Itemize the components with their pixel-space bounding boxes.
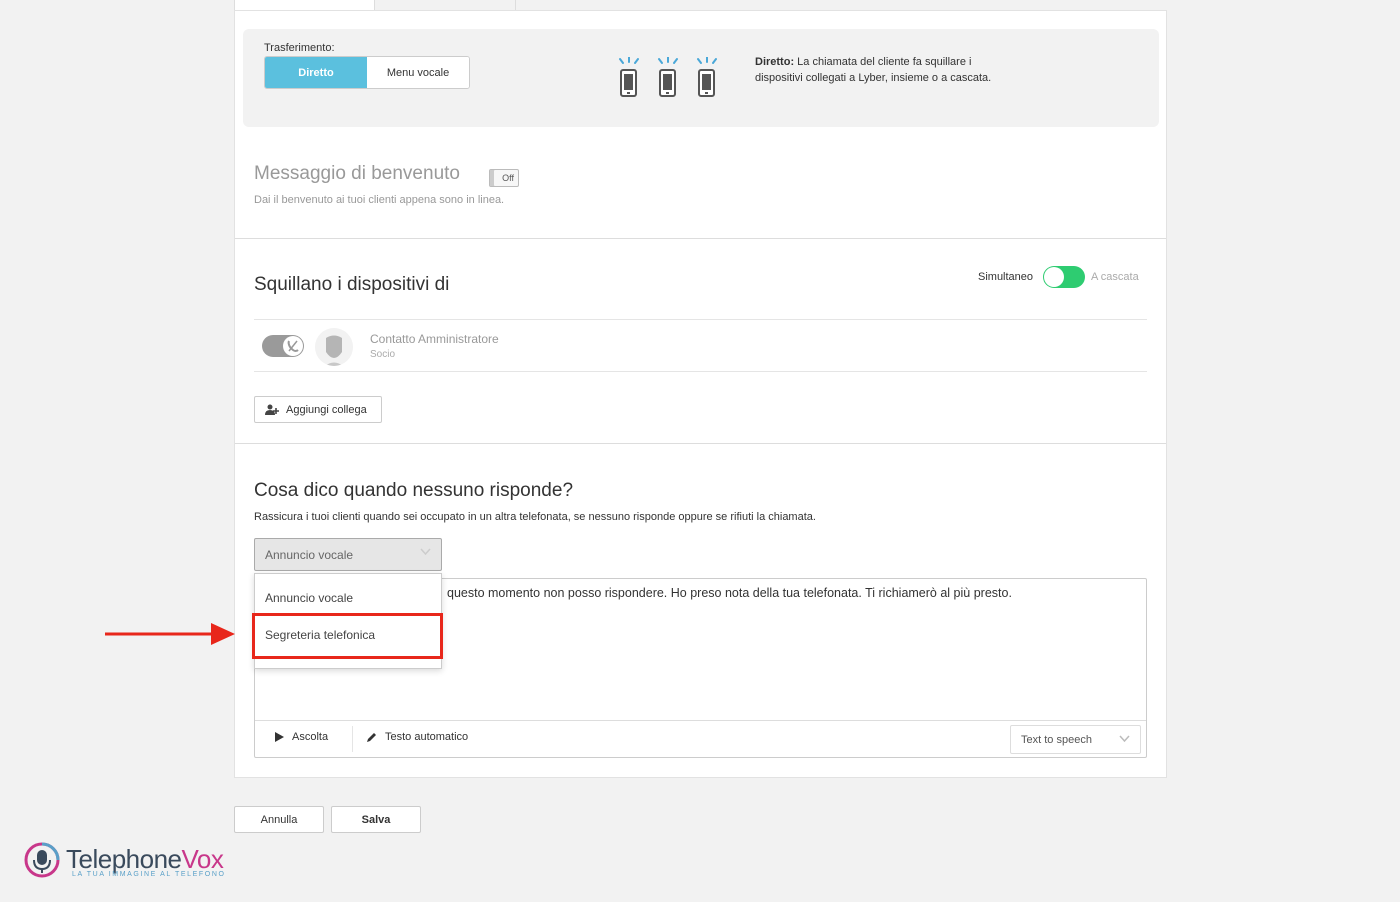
- dropdown-option-voice-announcement[interactable]: Annuncio vocale: [265, 591, 353, 605]
- no-answer-select-value: Annuncio vocale: [265, 547, 354, 562]
- auto-text-button[interactable]: Testo automatico: [366, 731, 468, 743]
- ringing-phone-icon: [656, 57, 680, 101]
- pencil-icon: [367, 732, 376, 742]
- muted-phone-icon: [283, 336, 303, 356]
- tts-select-value: Text to speech: [1021, 733, 1092, 746]
- message-toolbar: Ascolta Testo automatico Text to speech: [255, 720, 1146, 757]
- add-colleague-label: Aggiungi collega: [286, 403, 367, 416]
- section-divider: [235, 443, 1166, 444]
- telephonevox-logo: TelephoneVox LA TUA IMMAGINE AL TELEFONO: [24, 842, 224, 882]
- message-text: questo momento non posso rispondere. Ho …: [447, 586, 1012, 600]
- contact-name: Contatto Amministratore: [370, 332, 499, 346]
- no-answer-subtitle: Rassicura i tuoi clienti quando sei occu…: [254, 511, 816, 523]
- microphone-logo-icon: [24, 842, 60, 878]
- avatar: [315, 328, 353, 366]
- logo-tagline: LA TUA IMMAGINE AL TELEFONO: [72, 871, 226, 878]
- ringing-phone-icon: [695, 57, 719, 101]
- section-divider: [235, 238, 1166, 239]
- save-button[interactable]: Salva: [331, 806, 421, 833]
- transfer-panel: Trasferimento: Diretto Menu vocale Diret…: [243, 29, 1159, 127]
- row-divider: [254, 371, 1147, 372]
- ring-devices-title: Squillano i dispositivi di: [254, 274, 450, 295]
- settings-card: Trasferimento: Diretto Menu vocale Diret…: [234, 10, 1167, 778]
- play-icon: [275, 732, 284, 742]
- contact-role: Socio: [370, 349, 396, 360]
- transfer-option-voice-menu[interactable]: Menu vocale: [367, 57, 469, 88]
- logo-wordmark-main: Telephone: [66, 844, 182, 874]
- red-arrow-annotation: [105, 623, 235, 645]
- auto-text-label: Testo automatico: [385, 731, 469, 743]
- ring-mode-simultaneous-label: Simultaneo: [978, 271, 1034, 283]
- ringing-phones-illustration: [617, 57, 719, 101]
- device-enable-toggle[interactable]: [262, 335, 304, 357]
- welcome-subtitle: Dai il benvenuto ai tuoi clienti appena …: [254, 194, 505, 206]
- listen-label: Ascolta: [292, 731, 329, 743]
- cancel-button[interactable]: Annulla: [234, 806, 324, 833]
- no-answer-select[interactable]: Annuncio vocale: [254, 538, 442, 571]
- ringing-phone-icon: [617, 57, 641, 101]
- logo-wordmark-vox: Vox: [181, 844, 224, 874]
- ring-mode-toggle[interactable]: [1043, 266, 1085, 288]
- no-answer-title: Cosa dico quando nessuno risponde?: [254, 480, 574, 501]
- add-user-icon: [265, 404, 279, 415]
- add-colleague-button[interactable]: Aggiungi collega: [254, 396, 382, 423]
- listen-button[interactable]: Ascolta: [275, 731, 328, 743]
- row-divider: [254, 319, 1147, 320]
- transfer-option-direct[interactable]: Diretto: [265, 57, 367, 88]
- transfer-label: Trasferimento:: [264, 42, 335, 54]
- ring-mode-cascade-label: A cascata: [1091, 271, 1139, 283]
- tts-select[interactable]: Text to speech: [1010, 725, 1141, 754]
- chevron-down-icon: [1119, 735, 1130, 743]
- transfer-mode-selector: Diretto Menu vocale: [264, 56, 470, 89]
- welcome-title: Messaggio di benvenuto: [254, 163, 460, 184]
- transfer-description-bold: Diretto:: [755, 56, 795, 68]
- welcome-toggle[interactable]: Off: [489, 169, 519, 187]
- transfer-description: Diretto: La chiamata del cliente fa squi…: [755, 54, 1000, 86]
- chevron-down-icon: [420, 548, 431, 556]
- toolbar-separator: [352, 726, 353, 752]
- highlight-box: [252, 613, 443, 659]
